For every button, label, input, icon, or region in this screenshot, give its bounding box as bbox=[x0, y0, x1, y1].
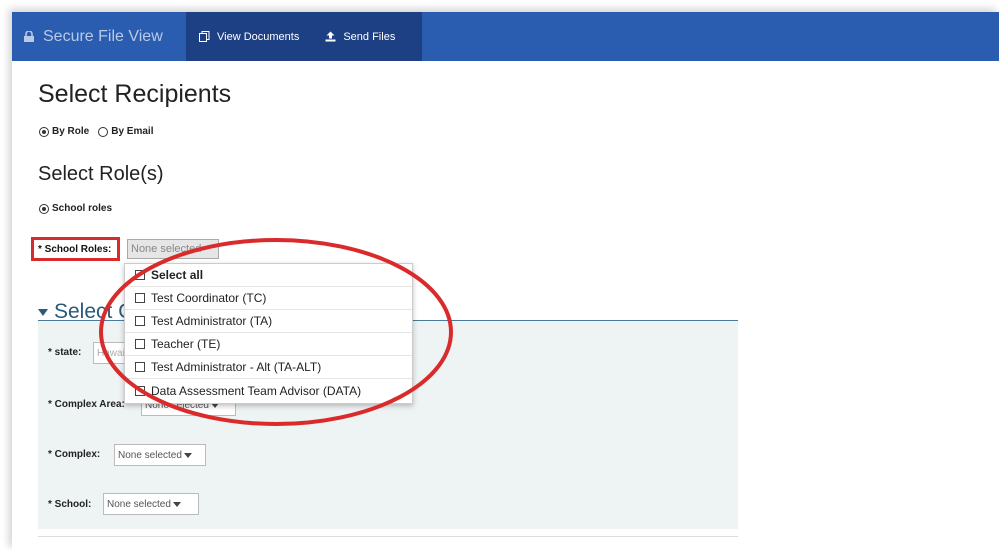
tab-label: Send Files bbox=[343, 30, 396, 43]
complex-label: * Complex: bbox=[48, 449, 101, 460]
option-select-all[interactable]: Select all bbox=[125, 264, 412, 287]
chevron-down-icon bbox=[183, 452, 192, 458]
recipient-mode-group: By Role By Email bbox=[39, 126, 153, 137]
caret-down-icon bbox=[38, 308, 48, 316]
option-label: Select all bbox=[151, 268, 204, 282]
radio-school-roles[interactable] bbox=[39, 203, 49, 214]
option-label: Teacher (TE) bbox=[151, 337, 221, 351]
app-window: Secure File View View Documents Send Fil… bbox=[12, 12, 999, 550]
chevron-down-icon bbox=[172, 501, 181, 507]
brand-title: Secure File View bbox=[43, 27, 163, 45]
school-roles-select[interactable]: None selected bbox=[127, 239, 219, 259]
state-label: * state: bbox=[48, 347, 82, 358]
school-label: * School: bbox=[48, 499, 92, 510]
documents-icon bbox=[199, 31, 210, 42]
checkbox[interactable] bbox=[135, 362, 145, 372]
option-label: Test Administrator - Alt (TA-ALT) bbox=[151, 360, 322, 374]
checkbox[interactable] bbox=[135, 316, 145, 326]
checkbox[interactable] bbox=[135, 293, 145, 303]
brand[interactable]: Secure File View bbox=[12, 12, 179, 61]
school-roles-dropdown: Select all Test Coordinator (TC) Test Ad… bbox=[124, 263, 413, 404]
page-title: Select Recipients bbox=[38, 80, 232, 108]
complex-area-label: * Complex Area: bbox=[48, 399, 125, 410]
option-label: Test Administrator (TA) bbox=[151, 314, 273, 328]
checkbox[interactable] bbox=[135, 270, 145, 280]
lock-icon bbox=[24, 31, 34, 42]
top-navbar: Secure File View View Documents Send Fil… bbox=[12, 12, 999, 61]
option-label: Test Coordinator (TC) bbox=[151, 291, 267, 305]
roles-heading: Select Role(s) bbox=[38, 163, 164, 185]
school-roles-label: * School Roles: bbox=[31, 237, 120, 261]
school-select[interactable]: None selected bbox=[103, 493, 199, 515]
checkbox[interactable] bbox=[135, 385, 145, 396]
option-test-coordinator[interactable]: Test Coordinator (TC) bbox=[125, 287, 412, 310]
radio-by-email-label: By Email bbox=[111, 126, 154, 137]
school-value: None selected bbox=[107, 498, 171, 510]
option-label: Data Assessment Team Advisor (DATA) bbox=[151, 383, 362, 398]
radio-by-role[interactable] bbox=[39, 126, 49, 137]
complex-select[interactable]: None selected bbox=[114, 444, 206, 466]
tab-send-files[interactable]: Send Files bbox=[312, 12, 408, 61]
option-test-administrator[interactable]: Test Administrator (TA) bbox=[125, 310, 412, 333]
upload-icon bbox=[325, 31, 336, 42]
tab-view-documents[interactable]: View Documents bbox=[186, 12, 312, 61]
nav-tabs: View Documents Send Files bbox=[186, 12, 422, 61]
option-test-administrator-alt[interactable]: Test Administrator - Alt (TA-ALT) bbox=[125, 356, 412, 379]
tab-label: View Documents bbox=[217, 30, 300, 43]
radio-by-role-label: By Role bbox=[52, 126, 90, 137]
option-data-advisor[interactable]: Data Assessment Team Advisor (DATA) bbox=[125, 379, 412, 402]
footer-divider bbox=[38, 536, 738, 537]
radio-by-email[interactable] bbox=[98, 126, 109, 137]
radio-school-roles-label: School roles bbox=[52, 203, 113, 214]
option-teacher[interactable]: Teacher (TE) bbox=[125, 333, 412, 356]
state-value: Hawaii bbox=[97, 347, 128, 359]
complex-value: None selected bbox=[118, 449, 182, 461]
role-scope-group: School roles bbox=[39, 203, 112, 214]
checkbox[interactable] bbox=[135, 339, 145, 349]
